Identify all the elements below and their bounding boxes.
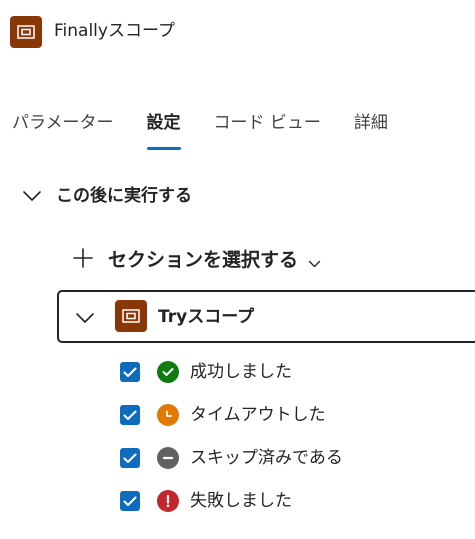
chevron-down-icon[interactable]	[75, 309, 95, 328]
tab-details[interactable]: 詳細	[354, 110, 388, 154]
chevron-down-icon	[308, 253, 321, 272]
chevron-down-icon	[22, 187, 42, 206]
status-item-failed: 失敗しました	[120, 488, 292, 514]
status-label: 失敗しました	[190, 491, 292, 511]
status-label: スキップ済みである	[190, 448, 343, 468]
checkmark-icon	[123, 496, 137, 506]
status-label: タイムアウトした	[190, 405, 326, 425]
status-item-skipped: スキップ済みである	[120, 445, 343, 471]
run-after-section-label: この後に実行する	[56, 186, 192, 206]
check-circle-icon	[157, 361, 179, 383]
select-section-dropdown[interactable]: セクションを選択する	[72, 246, 321, 274]
panel-title: Finallyスコープ	[54, 21, 175, 41]
failed-checkbox[interactable]	[120, 491, 140, 511]
error-circle-icon	[157, 490, 179, 512]
tab-parameters[interactable]: パラメーター	[12, 110, 114, 154]
checkmark-icon	[123, 453, 137, 463]
tab-code-view[interactable]: コード ビュー	[214, 110, 321, 154]
tab-bar: パラメーター 設定 コード ビュー 詳細	[12, 110, 421, 154]
clock-icon	[157, 404, 179, 426]
status-item-succeeded: 成功しました	[120, 359, 292, 385]
timed-out-checkbox[interactable]	[120, 405, 140, 425]
select-section-label: セクションを選択する	[108, 249, 299, 271]
plus-icon	[72, 247, 94, 273]
action-label: Tryスコープ	[158, 307, 255, 327]
scope-icon	[115, 300, 147, 332]
scope-icon	[10, 16, 42, 48]
succeeded-checkbox[interactable]	[120, 362, 140, 382]
tab-settings[interactable]: 設定	[146, 110, 181, 154]
minus-circle-icon	[157, 447, 179, 469]
skipped-checkbox[interactable]	[120, 448, 140, 468]
checkmark-icon	[123, 410, 137, 420]
status-label: 成功しました	[190, 362, 292, 382]
status-item-timed-out: タイムアウトした	[120, 402, 326, 428]
run-after-section-toggle[interactable]: この後に実行する	[22, 183, 192, 209]
checkmark-icon	[123, 367, 137, 377]
